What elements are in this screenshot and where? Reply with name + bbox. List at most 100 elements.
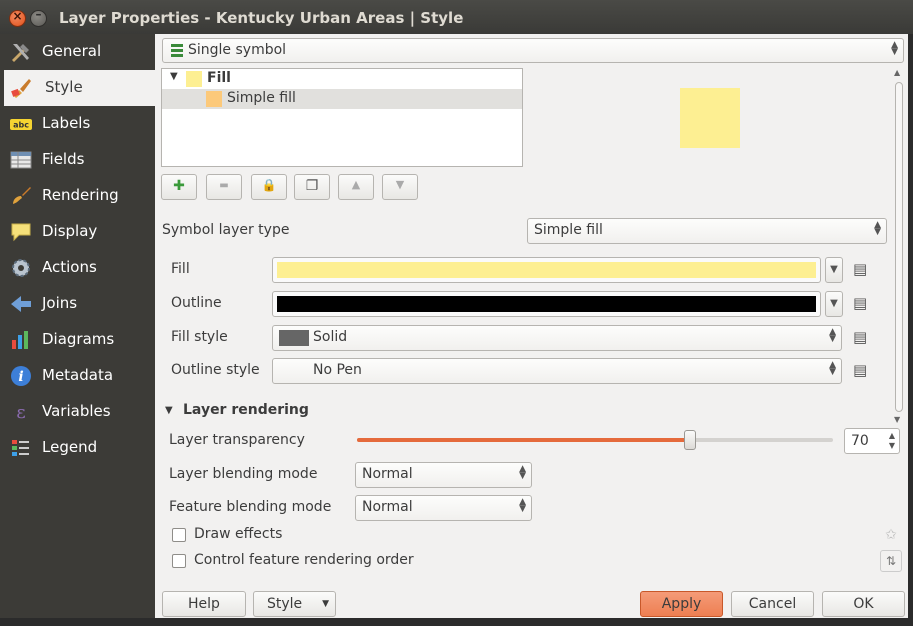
move-up-button[interactable]: ▲ (338, 174, 374, 200)
outline-style-value: No Pen (313, 362, 362, 378)
sidebar-item-label: General (42, 42, 102, 60)
apply-button[interactable]: Apply (640, 591, 723, 617)
sort-order-icon[interactable]: ⇅ (880, 550, 902, 572)
tools-icon (12, 44, 29, 62)
outline-style-label: Outline style (171, 362, 260, 378)
sidebar-item-joins[interactable]: Joins (0, 286, 155, 322)
data-defined-override-icon[interactable]: ▤ (853, 260, 877, 280)
transparency-value: 70 (851, 433, 869, 449)
layer-blending-select[interactable]: Normal ▲ ▼ (355, 462, 532, 488)
title-bar: × – Layer Properties - Kentucky Urban Ar… (0, 0, 913, 34)
duplicate-layer-button[interactable]: ❐ (294, 174, 330, 200)
lock-color-button[interactable]: 🔒 (251, 174, 287, 200)
window-edge (908, 34, 913, 618)
outline-style-select[interactable]: No Pen ▲ ▼ (272, 358, 842, 384)
renderer-select[interactable]: Single symbol ▲ ▼ (162, 38, 904, 63)
effects-star-icon[interactable]: ✩ (882, 527, 900, 545)
sidebar-item-fields[interactable]: Fields (0, 142, 155, 178)
sidebar-item-metadata[interactable]: i Metadata (0, 358, 155, 394)
sidebar-item-rendering[interactable]: Rendering (0, 178, 155, 214)
fill-color-swatch (277, 262, 816, 278)
transparency-spinbox[interactable]: 70 ▲ ▼ (844, 428, 900, 454)
feature-blending-select[interactable]: Normal ▲ ▼ (355, 495, 532, 521)
outline-color-dropdown[interactable]: ▼ (825, 291, 843, 317)
fill-swatch (186, 71, 202, 87)
sidebar-item-label: Variables (42, 402, 111, 420)
close-icon: × (12, 9, 23, 23)
transparency-slider-handle[interactable] (684, 430, 697, 450)
sidebar-item-labels[interactable]: abc Labels (0, 106, 155, 142)
fill-style-select[interactable]: Solid ▲ ▼ (272, 325, 842, 351)
data-defined-override-icon[interactable]: ▤ (853, 294, 877, 314)
sidebar-item-label: Rendering (42, 186, 119, 204)
dropdown-arrow-icon: ▼ (322, 599, 329, 609)
help-button[interactable]: Help (162, 591, 246, 617)
abc-label-icon: abc (10, 119, 32, 130)
tree-label-fill: Fill (207, 70, 231, 86)
speech-bubble-icon (11, 223, 31, 242)
duplicate-icon: ❐ (305, 178, 319, 194)
info-icon: i (11, 366, 31, 386)
sidebar: General Style abc Labels Fields Renderin… (0, 34, 155, 618)
layer-blending-label: Layer blending mode (169, 466, 318, 482)
collapse-arrow-icon[interactable]: ▼ (165, 405, 173, 416)
expand-arrow-icon[interactable]: ▼ (170, 71, 178, 82)
outline-label: Outline (171, 295, 222, 311)
layer-rendering-title[interactable]: Layer rendering (183, 402, 309, 418)
add-symbol-layer-button[interactable]: ✚ (161, 174, 197, 200)
style-panel: Single symbol ▲ ▼ ▼ Fill Simple fill ✚ ▬ … (155, 34, 908, 618)
tree-row-fill[interactable]: ▼ Fill (162, 69, 522, 89)
feature-blending-value: Normal (362, 499, 413, 515)
epsilon-icon: ε (16, 402, 25, 423)
sidebar-item-style[interactable]: Style (4, 70, 155, 106)
sidebar-item-label: Labels (42, 114, 91, 132)
sidebar-item-diagrams[interactable]: Diagrams (0, 322, 155, 358)
properties-scrollbar[interactable]: ▲ ▼ (893, 68, 905, 426)
sidebar-item-label: Diagrams (42, 330, 115, 348)
single-symbol-icon (171, 44, 183, 57)
spin-arrows-icon[interactable]: ▲ ▼ (889, 431, 895, 451)
tree-row-simple-fill[interactable]: Simple fill (162, 89, 522, 109)
symbol-layer-type-value: Simple fill (534, 222, 603, 238)
sidebar-item-legend[interactable]: Legend (0, 430, 155, 466)
draw-effects-checkbox[interactable] (172, 528, 186, 542)
sidebar-item-actions[interactable]: Actions (0, 250, 155, 286)
fill-color-dropdown[interactable]: ▼ (825, 257, 843, 283)
control-rendering-order-checkbox[interactable] (172, 554, 186, 568)
outline-color-swatch (277, 296, 816, 312)
minimize-icon: – (35, 7, 42, 21)
cancel-button[interactable]: Cancel (731, 591, 814, 617)
updown-arrows-icon: ▲ ▼ (519, 464, 526, 481)
lock-icon: 🔒 (261, 178, 277, 192)
symbol-layer-type-select[interactable]: Simple fill ▲ ▼ (527, 218, 887, 244)
sidebar-item-variables[interactable]: ε Variables (0, 394, 155, 430)
style-menu-button[interactable]: Style ▼ (253, 591, 336, 617)
style-menu-label: Style (267, 596, 303, 612)
close-window-button[interactable]: × (9, 9, 26, 27)
ok-button[interactable]: OK (822, 591, 905, 617)
outline-color-button[interactable] (272, 291, 821, 317)
minimize-window-button[interactable]: – (30, 7, 47, 27)
scrollbar-thumb[interactable] (895, 82, 903, 412)
table-icon (10, 151, 32, 169)
move-down-icon: ▼ (395, 178, 405, 191)
sidebar-item-label: Fields (42, 150, 85, 168)
updown-arrows-icon: ▲ ▼ (891, 40, 898, 57)
sidebar-item-display[interactable]: Display (0, 214, 155, 250)
scroll-down-icon[interactable]: ▼ (894, 415, 900, 424)
symbol-preview (680, 88, 740, 148)
fill-color-button[interactable] (272, 257, 821, 283)
simple-fill-swatch (206, 91, 222, 107)
remove-layer-icon: ▬ (219, 180, 229, 191)
data-defined-override-icon[interactable]: ▤ (853, 328, 877, 348)
transparency-slider[interactable] (357, 438, 833, 442)
symbol-layer-tree[interactable]: ▼ Fill Simple fill (161, 68, 523, 167)
updown-arrows-icon: ▲ ▼ (874, 220, 881, 237)
sidebar-item-general[interactable]: General (0, 34, 155, 70)
scroll-up-icon[interactable]: ▲ (894, 68, 900, 77)
sidebar-item-label: Display (42, 222, 98, 240)
data-defined-override-icon[interactable]: ▤ (853, 361, 877, 381)
paintbrush-icon (11, 79, 31, 98)
remove-symbol-layer-button[interactable]: ▬ (206, 174, 242, 200)
move-down-button[interactable]: ▼ (382, 174, 418, 200)
